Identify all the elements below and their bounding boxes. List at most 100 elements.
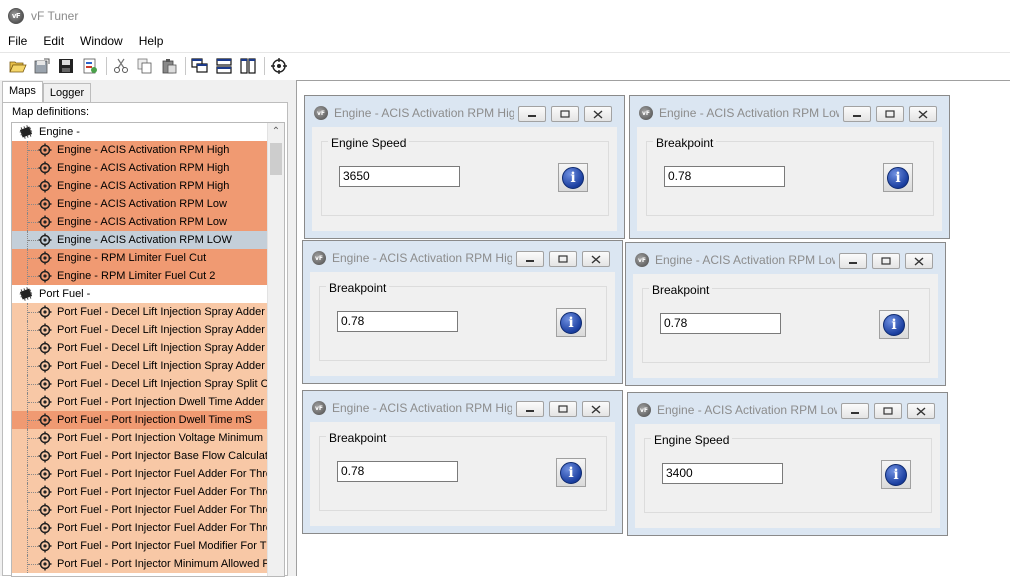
info-button[interactable]: i [883,163,913,192]
map-window-titlebar[interactable]: vF Engine - ACIS Activation RPM Low [626,243,945,273]
map-window[interactable]: vF Engine - ACIS Activation RPM High Bre… [302,240,623,384]
tree-item[interactable]: Port Fuel - Decel Lift Injection Spray A… [12,321,269,339]
map-window-titlebar[interactable]: vF Engine - ACIS Activation RPM High [303,391,622,421]
map-window[interactable]: vF Engine - ACIS Activation RPM Low Brea… [629,95,950,239]
connect-icon[interactable] [269,56,289,76]
properties-icon[interactable] [80,56,100,76]
tree-item[interactable]: Port Fuel - Decel Lift Injection Spray S… [12,375,269,393]
tree-item[interactable]: Port Fuel - Port Injection Dwell Time Ad… [12,393,269,411]
tree-item[interactable]: Port Fuel - Port Injector Fuel Adder For… [12,483,269,501]
tree-item[interactable]: Engine - ACIS Activation RPM Low [12,195,269,213]
minimize-button[interactable] [518,106,546,122]
map-window-titlebar[interactable]: vF Engine - ACIS Activation RPM High [305,96,624,126]
minimize-button[interactable] [843,106,871,122]
tree-item[interactable]: Engine - RPM Limiter Fuel Cut 2 [12,267,269,285]
tree-item[interactable]: Port Fuel - Port Injector Minimum Allowe… [12,555,269,573]
value-input[interactable]: 0.78 [660,313,781,334]
menu-help[interactable]: Help [131,31,172,51]
value-group-label: Breakpoint [326,281,390,295]
value-input[interactable]: 0.78 [337,461,458,482]
info-button[interactable]: i [556,458,586,487]
info-button[interactable]: i [881,460,911,489]
value-input[interactable]: 0.78 [664,166,785,187]
cut-icon[interactable] [111,56,131,76]
tree-item-label: Engine - ACIS Activation RPM LOW [57,234,232,246]
minimize-button[interactable] [841,403,869,419]
map-window-body: Breakpoint 0.78 i [310,422,615,526]
restore-button[interactable] [549,401,577,417]
tree-connector [28,564,38,565]
tile-horizontal-icon[interactable] [214,56,234,76]
tree-item[interactable]: Port Fuel - Decel Lift Injection Spray A… [12,357,269,375]
tree-item[interactable]: Port Fuel - Port Injector Fuel Adder For… [12,465,269,483]
tree-item[interactable]: Engine - ACIS Activation RPM High [12,159,269,177]
close-button[interactable] [907,403,935,419]
restore-button[interactable] [549,251,577,267]
scroll-thumb[interactable] [270,143,282,175]
restore-button[interactable] [874,403,902,419]
tree-item-label: Port Fuel - Port Injector Minimum Allowe… [57,558,269,570]
tree-item[interactable]: Engine - ACIS Activation RPM LOW [12,231,269,249]
restore-button[interactable] [551,106,579,122]
tree-scrollbar[interactable]: ⌃ [267,123,284,576]
tree-item[interactable]: Port Fuel - Decel Lift Injection Spray A… [12,303,269,321]
tree-group[interactable]: Engine - [12,123,269,141]
value-input[interactable]: 3650 [339,166,460,187]
tree-item[interactable]: Port Fuel - Port Injector Fuel Adder For… [12,501,269,519]
map-gear-icon [38,269,52,283]
map-window-titlebar[interactable]: vF Engine - ACIS Activation RPM Low [630,96,949,126]
tile-vertical-icon[interactable] [238,56,258,76]
info-button[interactable]: i [879,310,909,339]
tree-item[interactable]: Port Fuel - Port Injector Base Flow Calc… [12,447,269,465]
cascade-windows-icon[interactable] [190,56,210,76]
tree-connector [28,492,38,493]
tab-logger[interactable]: Logger [42,83,92,102]
tree-item[interactable]: Port Fuel - Port Injection Dwell Time mS [12,411,269,429]
map-window-titlebar[interactable]: vF Engine - ACIS Activation RPM High [303,241,622,271]
close-button[interactable] [909,106,937,122]
menu-file[interactable]: File [0,31,35,51]
tree-item[interactable]: Port Fuel - Decel Lift Injection Spray A… [12,339,269,357]
copy-icon[interactable] [135,56,155,76]
close-button[interactable] [582,401,610,417]
title-bar: vF vF Tuner [0,0,1010,31]
map-window[interactable]: vF Engine - ACIS Activation RPM Low Brea… [625,242,946,386]
tab-maps[interactable]: Maps [2,81,43,102]
scroll-up-icon[interactable]: ⌃ [268,123,284,140]
info-button[interactable]: i [558,163,588,192]
minimize-button[interactable] [839,253,867,269]
map-window[interactable]: vF Engine - ACIS Activation RPM Low Engi… [627,392,948,536]
tree-item[interactable]: Port Fuel - Port Injector Fuel Adder For… [12,519,269,537]
tree-group[interactable]: Port Fuel - [12,285,269,303]
map-gear-icon [38,179,52,193]
tree-item[interactable]: Engine - ACIS Activation RPM Low [12,213,269,231]
close-button[interactable] [584,106,612,122]
map-definitions-tree[interactable]: Engine - Engine - ACIS Activation RPM Hig… [11,122,285,577]
minimize-button[interactable] [516,251,544,267]
tree-item[interactable]: Port Fuel - Port Injector Fuel Modifier … [12,537,269,555]
save-icon[interactable] [56,56,76,76]
tree-connector [28,312,38,313]
tree-item[interactable]: Engine - ACIS Activation RPM High [12,141,269,159]
map-window[interactable]: vF Engine - ACIS Activation RPM High Bre… [302,390,623,534]
restore-button[interactable] [876,106,904,122]
tree-item[interactable]: Engine - RPM Limiter Fuel Cut [12,249,269,267]
menu-edit[interactable]: Edit [35,31,72,51]
info-button[interactable]: i [556,308,586,337]
tree-item[interactable]: Port Fuel - Port Injection Voltage Minim… [12,429,269,447]
map-gear-icon [38,395,52,409]
minimize-button[interactable] [516,401,544,417]
close-button[interactable] [905,253,933,269]
menu-window[interactable]: Window [72,31,131,51]
close-button[interactable] [582,251,610,267]
restore-button[interactable] [872,253,900,269]
paste-icon[interactable] [159,56,179,76]
map-window-title: Engine - ACIS Activation RPM High [332,401,512,415]
tree-item[interactable]: Engine - ACIS Activation RPM High [12,177,269,195]
open-folder-icon[interactable] [8,56,28,76]
value-input[interactable]: 0.78 [337,311,458,332]
value-input[interactable]: 3400 [662,463,783,484]
map-window[interactable]: vF Engine - ACIS Activation RPM High Eng… [304,95,625,239]
map-window-titlebar[interactable]: vF Engine - ACIS Activation RPM Low [628,393,947,423]
save-as-icon[interactable] [32,56,52,76]
